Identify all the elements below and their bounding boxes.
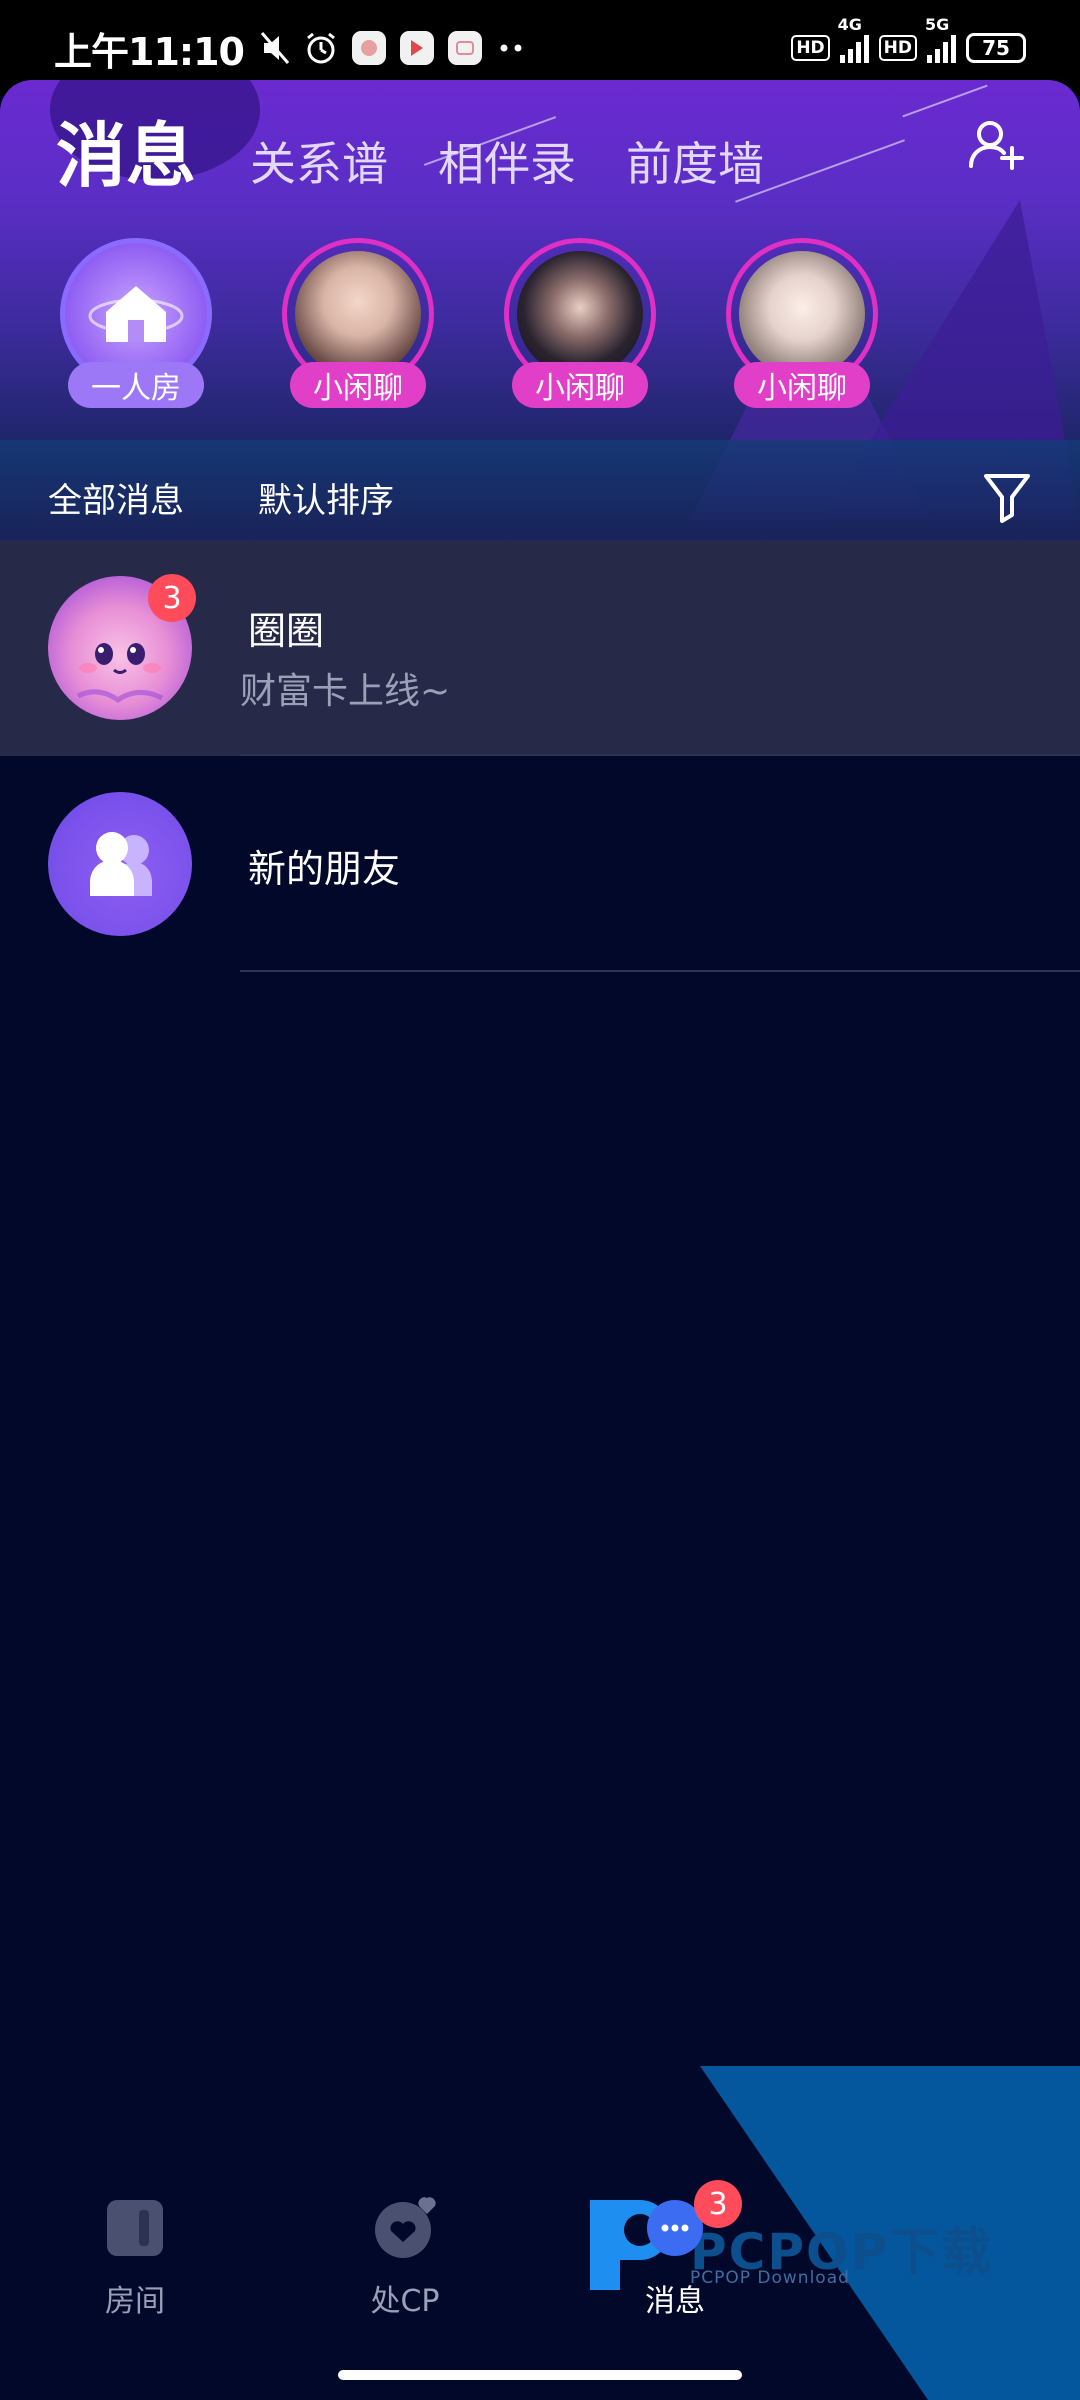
sort-bar: 全部消息 默认排序 (0, 455, 1080, 540)
status-notification-icons (260, 31, 526, 65)
hd-icon: HD (791, 35, 830, 61)
tab-messages[interactable]: 消息 (56, 100, 196, 201)
heart-icon (375, 2197, 436, 2258)
mute-icon (260, 32, 290, 64)
room-icon (107, 2200, 163, 2256)
nav-unread-badge: 3 (694, 2180, 742, 2228)
bottom-nav: 房间 处CP 3 消息 (0, 2150, 1080, 2350)
avatar (517, 251, 643, 377)
unread-badge: 3 (148, 574, 196, 622)
house-icon (88, 286, 184, 342)
home-indicator[interactable] (338, 2370, 742, 2380)
nav-room-label: 房间 (105, 2284, 165, 2319)
nav-cp[interactable]: 处CP (270, 2150, 540, 2350)
more-notifications-icon (500, 44, 522, 52)
room-chat-2[interactable]: 小闲聊 (504, 238, 656, 408)
avatar (48, 792, 192, 936)
contact-name: 圈圈 (248, 609, 325, 653)
tab-ex-wall[interactable]: 前度墙 (626, 128, 764, 194)
all-messages-button[interactable]: 全部消息 (48, 473, 184, 522)
alarm-icon (307, 32, 335, 64)
friends-icon (90, 832, 152, 896)
contact-name: 新的朋友 (248, 847, 401, 891)
room-chat-label: 小闲聊 (290, 362, 426, 408)
room-chat-3[interactable]: 小闲聊 (726, 238, 878, 408)
room-shortcuts: 一人房 小闲聊 小闲聊 小闲聊 (60, 238, 878, 408)
list-item[interactable]: 新的朋友 (0, 756, 1080, 972)
status-time: 上午11:10 (54, 29, 245, 74)
nav-messages[interactable]: 3 消息 (540, 2150, 810, 2350)
tab-companion[interactable]: 相伴录 (438, 128, 576, 194)
app-notification-icon (351, 31, 386, 65)
default-sort-button[interactable]: 默认排序 (258, 473, 394, 522)
room-solo[interactable]: 一人房 (60, 238, 212, 408)
tab-relationship[interactable]: 关系谱 (250, 128, 388, 194)
message-preview: 财富卡上线~ (240, 671, 451, 712)
list-item[interactable]: 3 圈圈 财富卡上线~ (0, 540, 1080, 756)
room-chat-1[interactable]: 小闲聊 (282, 238, 434, 408)
signal-4g: 4G (838, 15, 869, 63)
signal-5g: 5G (925, 15, 956, 63)
battery-indicator: 75 (966, 33, 1026, 63)
add-user-icon[interactable] (968, 116, 1024, 172)
room-chat-label: 小闲聊 (512, 362, 648, 408)
room-solo-label: 一人房 (68, 362, 204, 408)
top-tabs: 消息 关系谱 相伴录 前度墙 (56, 100, 814, 201)
video-app-icon (399, 31, 434, 65)
nav-messages-label: 消息 (645, 2284, 705, 2319)
hd-icon-2: HD (878, 35, 917, 61)
chat-app-icon (447, 31, 482, 65)
nav-room[interactable]: 房间 (0, 2150, 270, 2350)
filter-icon[interactable] (982, 471, 1032, 525)
nav-cp-label: 处CP (370, 2284, 440, 2319)
avatar (295, 251, 421, 377)
avatar (739, 251, 865, 377)
divider (240, 970, 1080, 972)
room-chat-label: 小闲聊 (734, 362, 870, 408)
status-system-icons: HD 4G HD 5G 75 (791, 15, 1026, 63)
